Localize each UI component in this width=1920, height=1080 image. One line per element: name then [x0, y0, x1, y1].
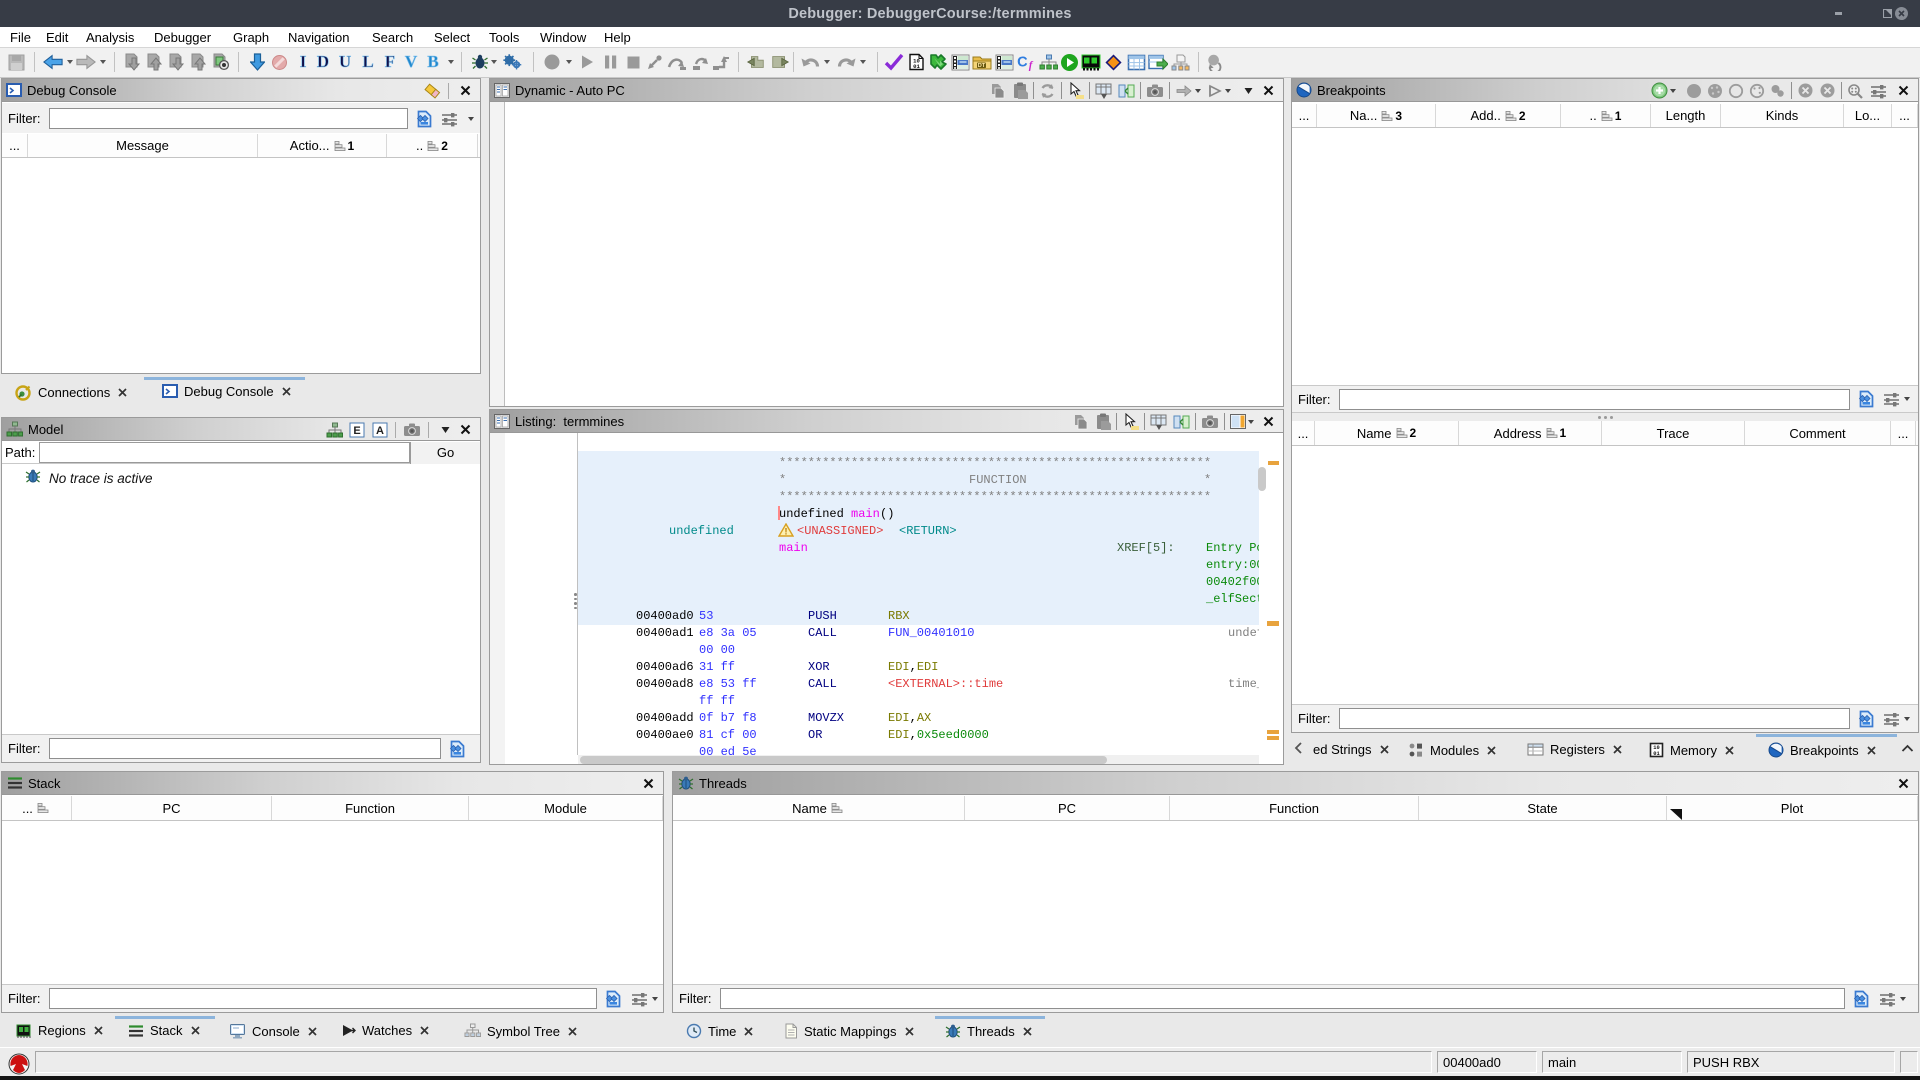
- svg-text:C: C: [1017, 55, 1028, 71]
- svg-text:L: L: [362, 53, 373, 71]
- svg-text:E: E: [353, 425, 360, 437]
- svg-text:A: A: [376, 425, 384, 437]
- svg-text:B: B: [427, 53, 438, 71]
- svg-text:f: f: [1029, 59, 1034, 71]
- svg-text:01: 01: [913, 63, 920, 70]
- svg-text:U: U: [339, 53, 351, 71]
- svg-text:01: 01: [1653, 751, 1659, 757]
- svg-text:F: F: [385, 53, 395, 71]
- svg-text:I: I: [300, 53, 307, 71]
- svg-text:DT: DT: [978, 63, 986, 69]
- svg-text:V: V: [405, 53, 418, 71]
- svg-text:D: D: [317, 53, 329, 71]
- svg-text:!: !: [785, 527, 788, 537]
